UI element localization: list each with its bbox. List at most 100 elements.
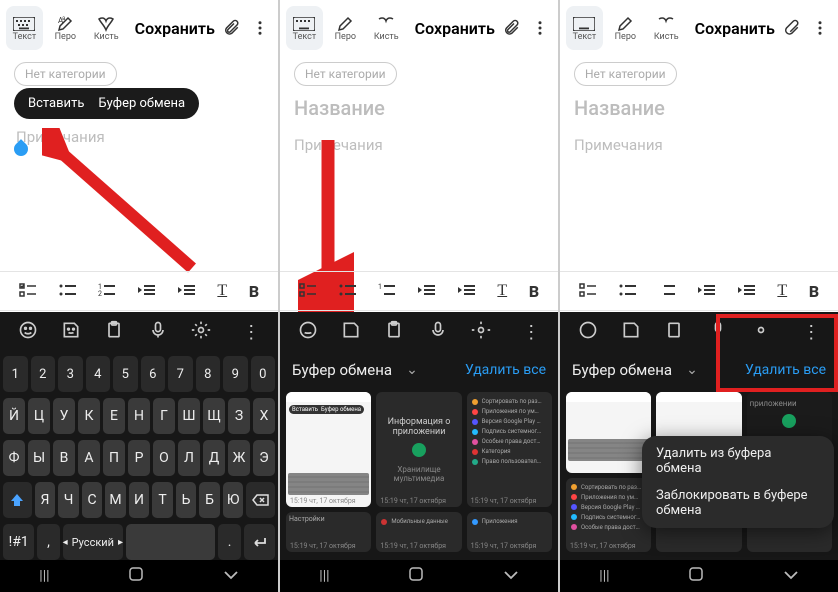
clip-item[interactable] [566, 392, 651, 473]
clipboard-icon[interactable] [104, 320, 124, 345]
mic-icon[interactable] [148, 320, 168, 345]
mic-icon[interactable] [428, 320, 448, 345]
clip-item[interactable]: Сортировать по размеруПриложения по умол… [467, 392, 552, 507]
home-icon[interactable] [408, 566, 424, 586]
key[interactable]: Э [253, 440, 275, 476]
key[interactable]: Й [3, 398, 25, 434]
clip-item[interactable]: Приложения 15:19 чт, 17 октября [467, 512, 552, 552]
title-placeholder[interactable]: Название [574, 96, 824, 120]
key[interactable]: Ь [176, 482, 197, 518]
attach-icon[interactable] [779, 14, 804, 42]
kb-hide-icon[interactable] [783, 568, 799, 584]
key[interactable]: К [78, 398, 100, 434]
sticker-icon[interactable] [61, 320, 81, 345]
mic-icon[interactable] [708, 320, 728, 345]
more-icon[interactable] [247, 14, 272, 42]
clipboard-icon[interactable] [384, 320, 404, 345]
key-8[interactable]: 8 [196, 356, 221, 392]
key[interactable]: Р [128, 440, 150, 476]
save-button[interactable]: Сохранить [415, 19, 495, 38]
kb-hide-icon[interactable] [223, 568, 239, 584]
comma-key[interactable]: , [37, 524, 59, 560]
save-button[interactable]: Сохранить [135, 19, 215, 38]
key[interactable]: В [53, 440, 75, 476]
chevron-down-icon[interactable]: ⌄ [406, 362, 418, 378]
text-style-icon[interactable]: T [777, 282, 787, 300]
key[interactable]: Т [152, 482, 173, 518]
settings-icon[interactable] [191, 320, 211, 345]
recents-icon[interactable]: ||| [39, 568, 49, 584]
delete-all-button[interactable]: Удалить все [745, 362, 826, 378]
shift-key[interactable] [3, 482, 32, 518]
more-icon[interactable] [527, 14, 552, 42]
tool-pen[interactable]: Перо [327, 6, 364, 50]
key[interactable]: С [82, 482, 103, 518]
recents-icon[interactable]: ||| [599, 568, 609, 584]
more-icon[interactable] [807, 14, 832, 42]
category-chip[interactable]: Нет категории [294, 62, 397, 86]
recents-icon[interactable]: ||| [319, 568, 329, 584]
bold-icon[interactable]: B [249, 282, 259, 301]
key[interactable]: М [105, 482, 126, 518]
tool-pen[interactable]: Aa Перо [47, 6, 84, 50]
number-list-icon[interactable]: 12 [98, 282, 116, 301]
clip-item[interactable]: Информация о приложении Хранилище мульти… [376, 392, 461, 507]
indent-icon[interactable] [458, 282, 476, 301]
backspace-key[interactable] [246, 482, 275, 518]
key[interactable]: Ю [223, 482, 244, 518]
outdent-icon[interactable] [138, 282, 156, 301]
clip-item[interactable]: Мобильные данные 15:19 чт, 17 октября [376, 512, 461, 552]
key[interactable]: Ы [28, 440, 50, 476]
notes-placeholder[interactable]: Примечания [16, 128, 105, 146]
key[interactable]: З [228, 398, 250, 434]
home-icon[interactable] [128, 566, 144, 586]
clip-item[interactable]: Настройки 15:19 чт, 17 октября [286, 512, 371, 552]
key[interactable]: И [129, 482, 150, 518]
key[interactable]: Щ [203, 398, 225, 434]
tool-brush[interactable]: Кисть [648, 6, 685, 50]
tool-text[interactable]: Текст [6, 6, 43, 50]
key[interactable]: А [78, 440, 100, 476]
sticker-icon[interactable] [621, 320, 641, 345]
checklist-icon[interactable] [579, 282, 597, 301]
clip-item[interactable]: Сортировать по размеруПриложения по умол… [566, 478, 651, 553]
key-3[interactable]: 3 [58, 356, 83, 392]
kb-more-icon[interactable]: ⋮ [802, 322, 820, 343]
emoji-icon[interactable] [298, 320, 318, 345]
key[interactable]: Е [103, 398, 125, 434]
key[interactable]: Л [178, 440, 200, 476]
delete-all-button[interactable]: Удалить все [465, 362, 546, 378]
key[interactable]: Х [253, 398, 275, 434]
clip-item[interactable]: Вставить Буфер обмена 15:19 чт, 17 октяб… [286, 392, 371, 507]
key-1[interactable]: 1 [3, 356, 28, 392]
kb-more-icon[interactable]: ⋮ [242, 322, 260, 343]
checklist-icon[interactable] [19, 282, 37, 301]
settings-icon[interactable] [471, 320, 491, 345]
checklist-icon[interactable] [299, 282, 317, 301]
bold-icon[interactable]: B [529, 282, 539, 301]
home-icon[interactable] [688, 566, 704, 586]
key-5[interactable]: 5 [113, 356, 138, 392]
bullet-list-icon[interactable] [339, 282, 357, 301]
key[interactable]: Б [199, 482, 220, 518]
enter-key[interactable] [244, 524, 275, 560]
period-key[interactable]: . [218, 524, 240, 560]
title-placeholder[interactable]: Название [294, 96, 544, 120]
context-paste[interactable]: Вставить [28, 96, 84, 111]
key-9[interactable]: 9 [223, 356, 248, 392]
key[interactable]: Ц [28, 398, 50, 434]
emoji-icon[interactable] [578, 320, 598, 345]
kb-hide-icon[interactable] [503, 568, 519, 584]
save-button[interactable]: Сохранить [695, 19, 775, 38]
text-style-icon[interactable]: T [497, 282, 507, 300]
key[interactable]: Ш [178, 398, 200, 434]
outdent-icon[interactable] [698, 282, 716, 301]
symbols-key[interactable]: !#1 [3, 524, 34, 560]
number-list-icon[interactable] [658, 282, 676, 301]
key[interactable]: П [103, 440, 125, 476]
key[interactable]: Ф [3, 440, 25, 476]
key[interactable]: Ч [58, 482, 79, 518]
number-list-icon[interactable]: 1 [378, 282, 396, 301]
sticker-icon[interactable] [341, 320, 361, 345]
category-chip[interactable]: Нет категории [14, 62, 117, 86]
